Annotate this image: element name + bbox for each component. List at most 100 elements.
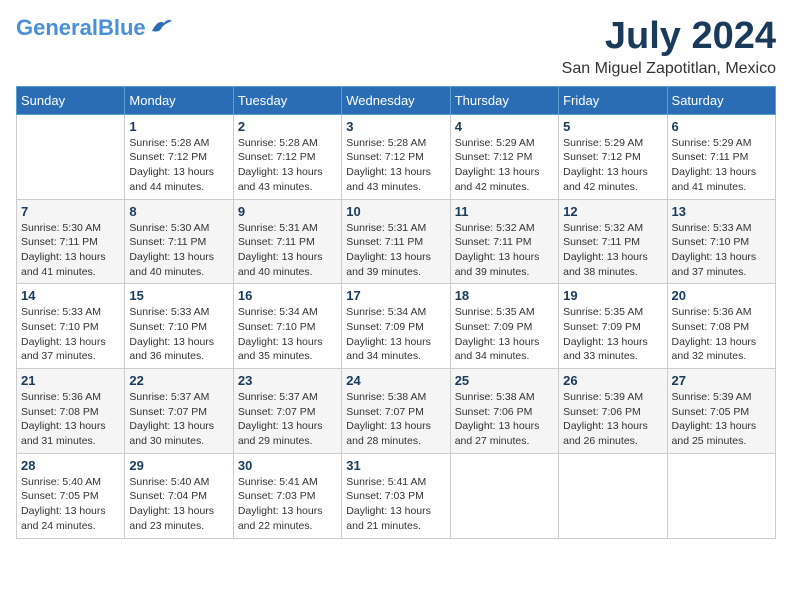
calendar-cell: 17 Sunrise: 5:34 AM Sunset: 7:09 PM Dayli… (342, 284, 450, 369)
day-number: 15 (129, 288, 228, 303)
calendar-cell: 12 Sunrise: 5:32 AM Sunset: 7:11 PM Dayli… (559, 199, 667, 284)
logo-text-general: GeneralBlue (16, 16, 146, 40)
day-number: 13 (672, 204, 771, 219)
calendar-cell: 18 Sunrise: 5:35 AM Sunset: 7:09 PM Dayli… (450, 284, 558, 369)
calendar-cell: 15 Sunrise: 5:33 AM Sunset: 7:10 PM Dayli… (125, 284, 233, 369)
day-info: Sunrise: 5:38 AM Sunset: 7:06 PM Dayligh… (455, 390, 554, 449)
calendar-week-4: 21 Sunrise: 5:36 AM Sunset: 7:08 PM Dayli… (17, 369, 776, 454)
header-cell-wednesday: Wednesday (342, 86, 450, 114)
calendar-cell: 13 Sunrise: 5:33 AM Sunset: 7:10 PM Dayli… (667, 199, 775, 284)
day-number: 19 (563, 288, 662, 303)
calendar-cell: 1Sunrise: 5:28 AM Sunset: 7:12 PM Daylig… (125, 114, 233, 199)
calendar-cell: 9Sunrise: 5:31 AM Sunset: 7:11 PM Daylig… (233, 199, 341, 284)
day-info: Sunrise: 5:39 AM Sunset: 7:06 PM Dayligh… (563, 390, 662, 449)
day-info: Sunrise: 5:36 AM Sunset: 7:08 PM Dayligh… (21, 390, 120, 449)
day-number: 7 (21, 204, 120, 219)
calendar-cell: 7 Sunrise: 5:30 AM Sunset: 7:11 PM Daylig… (17, 199, 125, 284)
calendar-cell: 21 Sunrise: 5:36 AM Sunset: 7:08 PM Dayli… (17, 369, 125, 454)
day-number: 17 (346, 288, 445, 303)
day-number: 4 (455, 119, 554, 134)
day-number: 3 (346, 119, 445, 134)
day-info: Sunrise: 5:34 AM Sunset: 7:10 PM Dayligh… (238, 305, 337, 364)
calendar-cell: 8Sunrise: 5:30 AM Sunset: 7:11 PM Daylig… (125, 199, 233, 284)
day-info: Sunrise: 5:30 AM Sunset: 7:11 PM Dayligh… (21, 221, 120, 280)
calendar-cell: 28 Sunrise: 5:40 AM Sunset: 7:05 PM Dayli… (17, 453, 125, 538)
day-number: 30 (238, 458, 337, 473)
calendar-cell: 4 Sunrise: 5:29 AM Sunset: 7:12 PM Daylig… (450, 114, 558, 199)
calendar-cell (17, 114, 125, 199)
day-number: 22 (129, 373, 228, 388)
day-number: 24 (346, 373, 445, 388)
header-row: SundayMondayTuesdayWednesdayThursdayFrid… (17, 86, 776, 114)
day-number: 6 (672, 119, 771, 134)
calendar-cell (667, 453, 775, 538)
day-info: Sunrise: 5:41 AM Sunset: 7:03 PM Dayligh… (346, 475, 445, 534)
calendar-week-2: 7 Sunrise: 5:30 AM Sunset: 7:11 PM Daylig… (17, 199, 776, 284)
header-cell-sunday: Sunday (17, 86, 125, 114)
main-title: July 2024 (562, 16, 776, 58)
day-info: Sunrise: 5:34 AM Sunset: 7:09 PM Dayligh… (346, 305, 445, 364)
calendar-week-3: 14 Sunrise: 5:33 AM Sunset: 7:10 PM Dayli… (17, 284, 776, 369)
day-number: 11 (455, 204, 554, 219)
day-info: Sunrise: 5:32 AM Sunset: 7:11 PM Dayligh… (455, 221, 554, 280)
logo-general: General (16, 15, 98, 40)
calendar-table: SundayMondayTuesdayWednesdayThursdayFrid… (16, 86, 776, 539)
logo-bird-icon (150, 17, 172, 35)
day-number: 5 (563, 119, 662, 134)
day-info: Sunrise: 5:35 AM Sunset: 7:09 PM Dayligh… (563, 305, 662, 364)
day-info: Sunrise: 5:32 AM Sunset: 7:11 PM Dayligh… (563, 221, 662, 280)
day-info: Sunrise: 5:33 AM Sunset: 7:10 PM Dayligh… (21, 305, 120, 364)
day-number: 2 (238, 119, 337, 134)
header-cell-friday: Friday (559, 86, 667, 114)
day-info: Sunrise: 5:37 AM Sunset: 7:07 PM Dayligh… (129, 390, 228, 449)
calendar-cell: 19 Sunrise: 5:35 AM Sunset: 7:09 PM Dayli… (559, 284, 667, 369)
calendar-cell: 31 Sunrise: 5:41 AM Sunset: 7:03 PM Dayli… (342, 453, 450, 538)
day-info: Sunrise: 5:35 AM Sunset: 7:09 PM Dayligh… (455, 305, 554, 364)
day-info: Sunrise: 5:40 AM Sunset: 7:05 PM Dayligh… (21, 475, 120, 534)
calendar-cell: 16 Sunrise: 5:34 AM Sunset: 7:10 PM Dayli… (233, 284, 341, 369)
header-cell-saturday: Saturday (667, 86, 775, 114)
day-info: Sunrise: 5:40 AM Sunset: 7:04 PM Dayligh… (129, 475, 228, 534)
day-info: Sunrise: 5:29 AM Sunset: 7:12 PM Dayligh… (563, 136, 662, 195)
calendar-cell: 11 Sunrise: 5:32 AM Sunset: 7:11 PM Dayli… (450, 199, 558, 284)
subtitle: San Miguel Zapotitlan, Mexico (562, 60, 776, 78)
calendar-cell: 25Sunrise: 5:38 AM Sunset: 7:06 PM Dayli… (450, 369, 558, 454)
day-number: 12 (563, 204, 662, 219)
header-cell-thursday: Thursday (450, 86, 558, 114)
calendar-cell (450, 453, 558, 538)
calendar-cell: 14 Sunrise: 5:33 AM Sunset: 7:10 PM Dayli… (17, 284, 125, 369)
calendar-cell: 23Sunrise: 5:37 AM Sunset: 7:07 PM Dayli… (233, 369, 341, 454)
calendar-cell: 2Sunrise: 5:28 AM Sunset: 7:12 PM Daylig… (233, 114, 341, 199)
day-info: Sunrise: 5:29 AM Sunset: 7:12 PM Dayligh… (455, 136, 554, 195)
day-number: 20 (672, 288, 771, 303)
title-block: July 2024 San Miguel Zapotitlan, Mexico (562, 16, 776, 78)
day-number: 18 (455, 288, 554, 303)
page-header: GeneralBlue July 2024 San Miguel Zapotit… (16, 16, 776, 78)
calendar-cell: 3Sunrise: 5:28 AM Sunset: 7:12 PM Daylig… (342, 114, 450, 199)
header-cell-tuesday: Tuesday (233, 86, 341, 114)
day-info: Sunrise: 5:29 AM Sunset: 7:11 PM Dayligh… (672, 136, 771, 195)
calendar-cell: 27Sunrise: 5:39 AM Sunset: 7:05 PM Dayli… (667, 369, 775, 454)
day-number: 28 (21, 458, 120, 473)
day-info: Sunrise: 5:28 AM Sunset: 7:12 PM Dayligh… (129, 136, 228, 195)
calendar-cell: 10 Sunrise: 5:31 AM Sunset: 7:11 PM Dayli… (342, 199, 450, 284)
calendar-cell: 30Sunrise: 5:41 AM Sunset: 7:03 PM Dayli… (233, 453, 341, 538)
calendar-cell (559, 453, 667, 538)
calendar-cell: 6 Sunrise: 5:29 AM Sunset: 7:11 PM Daylig… (667, 114, 775, 199)
logo-blue: Blue (98, 15, 146, 40)
day-number: 21 (21, 373, 120, 388)
day-info: Sunrise: 5:33 AM Sunset: 7:10 PM Dayligh… (129, 305, 228, 364)
day-number: 14 (21, 288, 120, 303)
day-number: 29 (129, 458, 228, 473)
day-number: 31 (346, 458, 445, 473)
calendar-body: 1Sunrise: 5:28 AM Sunset: 7:12 PM Daylig… (17, 114, 776, 538)
day-info: Sunrise: 5:33 AM Sunset: 7:10 PM Dayligh… (672, 221, 771, 280)
day-number: 16 (238, 288, 337, 303)
day-number: 9 (238, 204, 337, 219)
calendar-cell: 26Sunrise: 5:39 AM Sunset: 7:06 PM Dayli… (559, 369, 667, 454)
calendar-cell: 24Sunrise: 5:38 AM Sunset: 7:07 PM Dayli… (342, 369, 450, 454)
calendar-cell: 20Sunrise: 5:36 AM Sunset: 7:08 PM Dayli… (667, 284, 775, 369)
day-number: 10 (346, 204, 445, 219)
day-info: Sunrise: 5:31 AM Sunset: 7:11 PM Dayligh… (346, 221, 445, 280)
day-number: 23 (238, 373, 337, 388)
